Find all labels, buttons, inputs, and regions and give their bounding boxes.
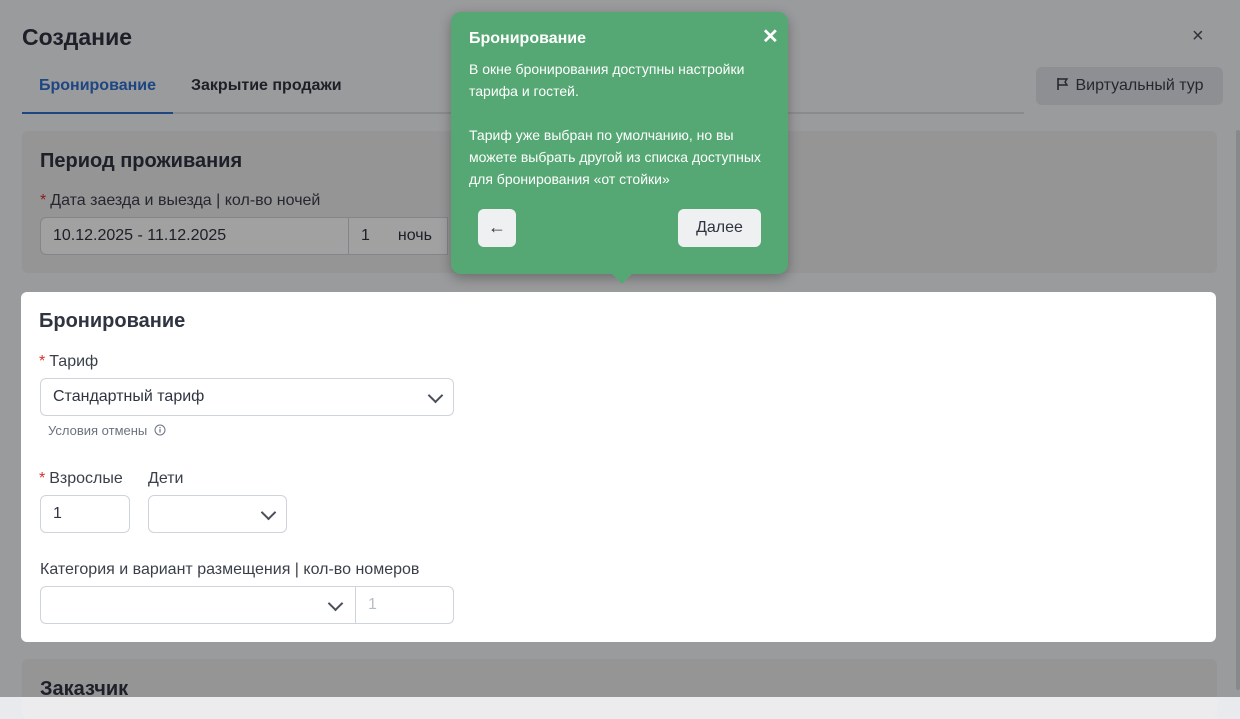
tooltip-paragraph-2: Тариф уже выбран по умолчанию, но вы мож… [469,127,761,187]
tariff-select[interactable]: Стандартный тариф [40,378,454,416]
tooltip-back-button[interactable]: ← [478,209,516,247]
adults-label: * Взрослые [39,470,123,487]
cancel-conditions-link[interactable]: Условия отмены [48,423,166,438]
chevron-down-icon [327,595,344,612]
tour-tooltip: Бронирование ✕ В окне бронирования досту… [451,12,788,284]
children-select[interactable] [148,495,287,533]
booking-title: Бронирование [39,310,186,332]
rooms-count-input[interactable]: 1 [355,586,454,624]
arrow-left-icon: ← [488,217,506,237]
info-icon [154,424,166,436]
tooltip-paragraph-1: В окне бронирования доступны настройки т… [469,61,745,99]
children-label: Дети [148,470,184,487]
category-select[interactable] [40,586,356,624]
tariff-label: * Тариф [39,353,99,370]
booking-card: Бронирование * Тариф Стандартный тариф Ус… [21,292,1216,642]
chevron-down-icon [260,504,277,521]
tooltip-text: В окне бронирования доступны настройки т… [469,58,769,190]
tooltip-next-button[interactable]: Далее [678,209,761,247]
chevron-down-icon [427,387,444,404]
adults-input[interactable]: 1 [40,495,130,533]
category-label: Категория и вариант размещения | кол-во … [40,561,420,578]
tooltip-close-icon[interactable]: ✕ [762,24,779,49]
tooltip-title: Бронирование [469,30,587,47]
